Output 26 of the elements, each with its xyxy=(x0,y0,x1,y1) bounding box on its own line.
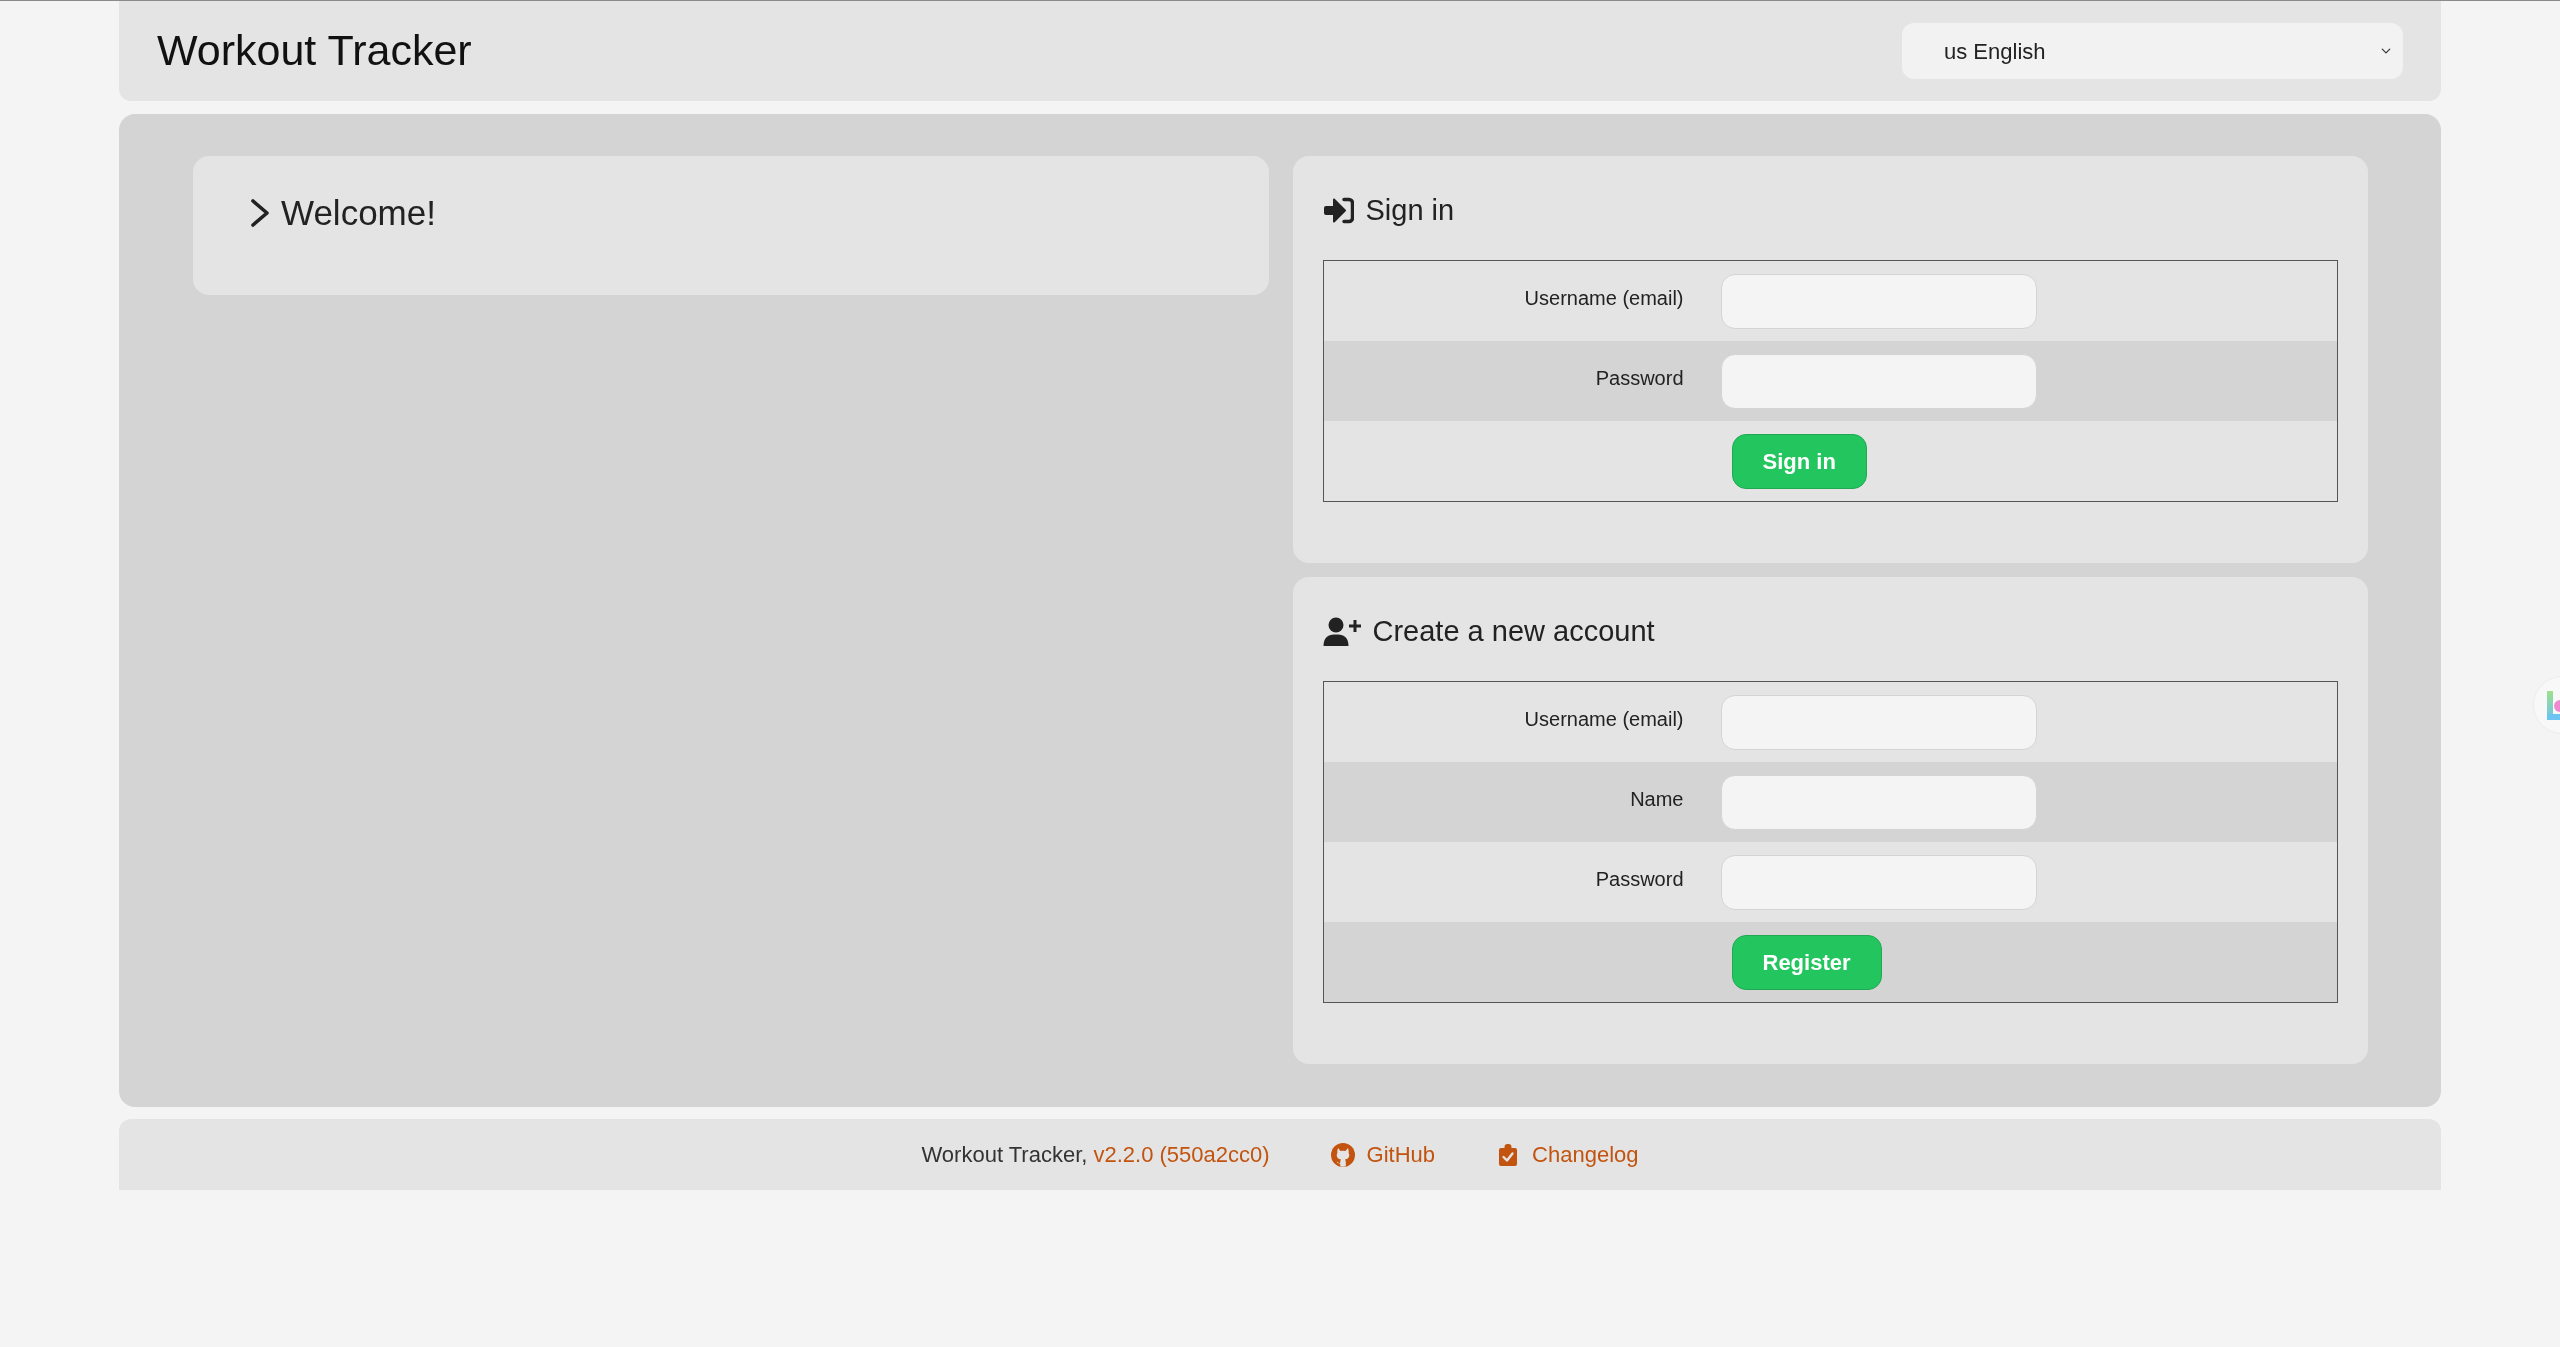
user-plus-icon xyxy=(1322,616,1361,646)
arrow-into-bracket-icon xyxy=(1322,196,1354,224)
clipboard-check-icon xyxy=(1499,1143,1518,1166)
input-field[interactable] xyxy=(1720,854,2037,910)
section-title: Create a new account xyxy=(1372,614,1655,649)
sign-in-button[interactable]: Sign in xyxy=(1731,433,1867,489)
input-field[interactable] xyxy=(1720,273,2037,329)
input-field[interactable] xyxy=(1720,353,2037,409)
version-link[interactable]: v2.2.0 (550a2cc0) xyxy=(1093,1142,1270,1167)
input-field[interactable] xyxy=(1720,694,2037,750)
section-title: Sign in xyxy=(1365,193,1455,228)
field-label: Name xyxy=(1629,787,1684,812)
floating-widget-icon[interactable] xyxy=(2532,676,2560,734)
changelog-link[interactable]: Changelog xyxy=(1499,1138,1639,1171)
field-label: Username (email) xyxy=(1523,286,1684,311)
github-link[interactable]: GitHub xyxy=(1330,1138,1436,1171)
field-label: Username (email) xyxy=(1523,707,1684,732)
field-label: Password xyxy=(1594,867,1684,892)
footer-text: Workout Tracker, v2.2.0 (550a2cc0) xyxy=(921,1141,1270,1169)
field-label: Password xyxy=(1594,366,1684,391)
language-select[interactable]: us English xyxy=(1902,23,2403,79)
github-icon xyxy=(1330,1142,1355,1167)
app-title: Workout Tracker xyxy=(157,25,472,77)
input-field[interactable] xyxy=(1720,774,2037,830)
register-button[interactable]: Register xyxy=(1731,934,1882,990)
welcome-toggle[interactable]: Welcome! xyxy=(250,192,436,234)
